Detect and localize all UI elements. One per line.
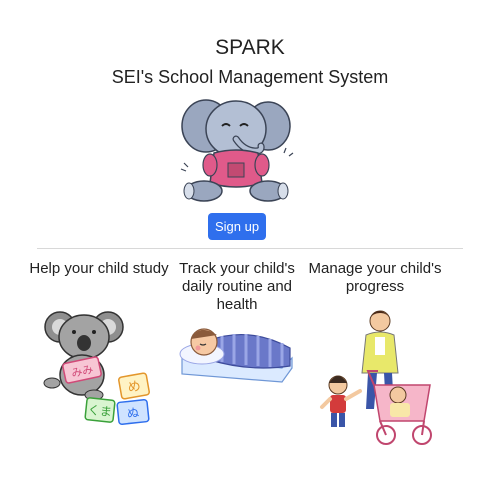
page-subtitle: SEI's School Management System bbox=[111, 67, 389, 87]
page-title: SPARK bbox=[215, 36, 285, 59]
sleeping-baby-icon bbox=[179, 328, 293, 383]
card-text: め bbox=[127, 379, 142, 396]
section-divider bbox=[37, 248, 463, 249]
card-text: くま bbox=[87, 403, 112, 419]
elephant-mascot-icon bbox=[180, 99, 294, 202]
mother-stroller-icon bbox=[320, 310, 432, 445]
koala-with-cards-icon: みみ め くま ぬ bbox=[43, 311, 150, 425]
feature-title-study: Help your child study bbox=[29, 260, 169, 277]
card-text: ぬ bbox=[126, 405, 139, 420]
feature-title-progress: Manage your child's progress bbox=[308, 260, 442, 295]
signup-button[interactable]: Sign up bbox=[208, 213, 266, 240]
feature-title-routine: Track your child's daily routine and hea… bbox=[179, 260, 295, 313]
